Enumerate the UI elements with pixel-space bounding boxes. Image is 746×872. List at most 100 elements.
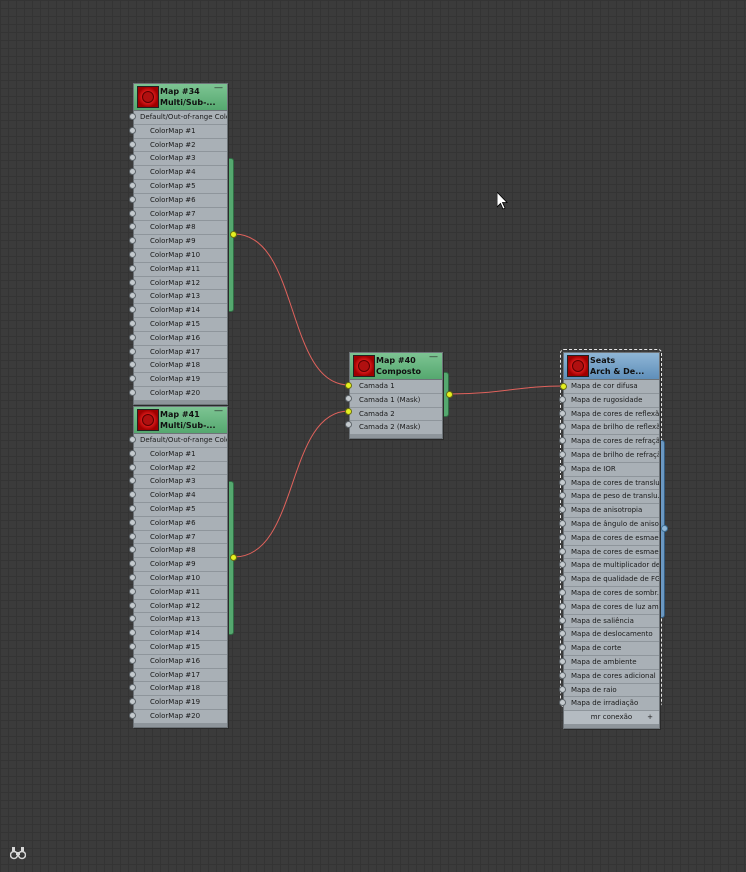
input-slot[interactable]: ColorMap #4 — [134, 489, 227, 503]
output-port[interactable] — [230, 231, 237, 238]
input-port[interactable] — [559, 520, 566, 527]
input-port[interactable] — [129, 615, 136, 622]
input-slot[interactable]: ColorMap #3 — [134, 475, 227, 490]
input-slot[interactable]: ColorMap #7 — [134, 531, 227, 545]
input-slot[interactable]: Mapa de cores de luz am... — [564, 601, 659, 615]
input-slot[interactable]: Mapa de cores de translu... — [564, 477, 659, 491]
input-slot[interactable]: ColorMap #15 — [134, 318, 227, 332]
input-slot[interactable]: ColorMap #2 — [134, 139, 227, 153]
input-slot[interactable]: ColorMap #6 — [134, 194, 227, 208]
input-slot[interactable]: Mapa de cores de esmae... — [564, 532, 659, 546]
input-slot[interactable]: ColorMap #18 — [134, 359, 227, 374]
input-port[interactable] — [559, 575, 566, 582]
binoculars-icon[interactable] — [9, 845, 27, 860]
input-slot[interactable]: Mapa de cores de sombr... — [564, 587, 659, 601]
input-port-camada2-mask[interactable] — [345, 421, 352, 428]
input-slot[interactable]: Default/Out-of-range Color — [134, 111, 227, 125]
input-port[interactable] — [559, 699, 566, 706]
input-slot[interactable]: ColorMap #8 — [134, 221, 227, 236]
input-port[interactable] — [129, 251, 136, 258]
input-slot[interactable]: ColorMap #13 — [134, 290, 227, 305]
input-port-camada1[interactable] — [345, 382, 352, 389]
input-slot[interactable]: ColorMap #1 — [134, 125, 227, 139]
input-port[interactable] — [129, 588, 136, 595]
node-header[interactable]: Map #34 Multi/Sub-... — — [134, 84, 227, 111]
input-slot[interactable]: ColorMap #20 — [134, 710, 227, 724]
input-slot-camada2-mask[interactable]: Camada 2 (Mask) — [350, 421, 442, 436]
input-slot[interactable]: Mapa de irradiação — [564, 697, 659, 712]
input-slot[interactable]: ColorMap #8 — [134, 544, 227, 559]
input-slot[interactable]: Mapa de rugosidade — [564, 394, 659, 408]
input-slot[interactable]: ColorMap #14 — [134, 304, 227, 318]
expand-icon[interactable]: + — [647, 711, 653, 724]
input-slot[interactable]: Mapa de qualidade de FG — [564, 573, 659, 587]
input-port[interactable] — [559, 630, 566, 637]
input-port[interactable] — [129, 196, 136, 203]
input-port[interactable] — [129, 292, 136, 299]
input-slot[interactable]: ColorMap #11 — [134, 586, 227, 600]
output-port[interactable] — [230, 554, 237, 561]
node-header[interactable]: Seats Arch & De... — [564, 353, 659, 380]
input-slot[interactable]: ColorMap #6 — [134, 517, 227, 531]
output-port[interactable] — [661, 525, 668, 532]
wire-map41-to-camada2[interactable] — [233, 410, 350, 558]
input-port-camada2[interactable] — [345, 408, 352, 415]
input-slot[interactable]: ColorMap #1 — [134, 448, 227, 462]
input-slot[interactable]: ColorMap #14 — [134, 627, 227, 641]
input-port[interactable] — [129, 491, 136, 498]
input-slot[interactable]: Mapa de cores de esmae... — [564, 546, 659, 560]
input-port-camada1-mask[interactable] — [345, 395, 352, 402]
wire-map34-to-camada1[interactable] — [233, 233, 350, 386]
input-port[interactable] — [559, 492, 566, 499]
input-port[interactable] — [129, 265, 136, 272]
minimize-button[interactable]: — — [214, 84, 223, 93]
input-slot[interactable]: Mapa de cores adicional — [564, 670, 659, 684]
input-slot[interactable]: Mapa de ângulo de aniso... — [564, 518, 659, 532]
input-port[interactable] — [559, 451, 566, 458]
wire-map40-to-difusa[interactable] — [449, 385, 564, 395]
input-port[interactable] — [129, 389, 136, 396]
input-slot[interactable]: ColorMap #18 — [134, 682, 227, 697]
input-slot[interactable]: ColorMap #20 — [134, 387, 227, 401]
input-port[interactable] — [129, 168, 136, 175]
input-port[interactable] — [559, 534, 566, 541]
input-port[interactable] — [129, 154, 136, 161]
input-slot[interactable]: Mapa de anisotropia — [564, 504, 659, 518]
input-slot[interactable]: Mapa de multiplicador de... — [564, 559, 659, 574]
input-port[interactable] — [559, 437, 566, 444]
input-port[interactable] — [129, 560, 136, 567]
input-port[interactable] — [129, 375, 136, 382]
input-port[interactable] — [129, 477, 136, 484]
input-slot[interactable]: Mapa de peso de translu... — [564, 490, 659, 505]
input-slot-camada1[interactable]: Camada 1 — [350, 380, 442, 394]
input-port[interactable] — [129, 223, 136, 230]
input-slot[interactable]: ColorMap #9 — [134, 558, 227, 572]
input-slot-camada2[interactable]: Camada 2 — [350, 408, 442, 422]
output-port[interactable] — [446, 391, 453, 398]
input-slot[interactable]: Mapa de cor difusa — [564, 380, 659, 394]
input-port[interactable] — [559, 589, 566, 596]
input-port[interactable] — [129, 629, 136, 636]
input-port[interactable] — [129, 436, 136, 443]
input-slot[interactable]: Mapa de brilho de reflexão — [564, 421, 659, 436]
input-slot-camada1-mask[interactable]: Camada 1 (Mask) — [350, 394, 442, 408]
input-port[interactable] — [129, 210, 136, 217]
input-port[interactable] — [129, 320, 136, 327]
input-slot[interactable]: ColorMap #12 — [134, 600, 227, 614]
input-port-difusa[interactable] — [560, 383, 567, 390]
input-port[interactable] — [129, 712, 136, 719]
input-port[interactable] — [129, 643, 136, 650]
input-port[interactable] — [129, 574, 136, 581]
input-slot[interactable]: ColorMap #16 — [134, 655, 227, 669]
input-slot[interactable]: ColorMap #5 — [134, 180, 227, 194]
input-port[interactable] — [129, 141, 136, 148]
input-port[interactable] — [129, 519, 136, 526]
input-port[interactable] — [129, 348, 136, 355]
input-port[interactable] — [559, 396, 566, 403]
input-port[interactable] — [559, 548, 566, 555]
minimize-button[interactable]: — — [214, 407, 223, 416]
input-port[interactable] — [129, 113, 136, 120]
input-slot[interactable]: ColorMap #19 — [134, 696, 227, 710]
input-port[interactable] — [129, 361, 136, 368]
input-slot[interactable]: Mapa de saliência — [564, 615, 659, 629]
